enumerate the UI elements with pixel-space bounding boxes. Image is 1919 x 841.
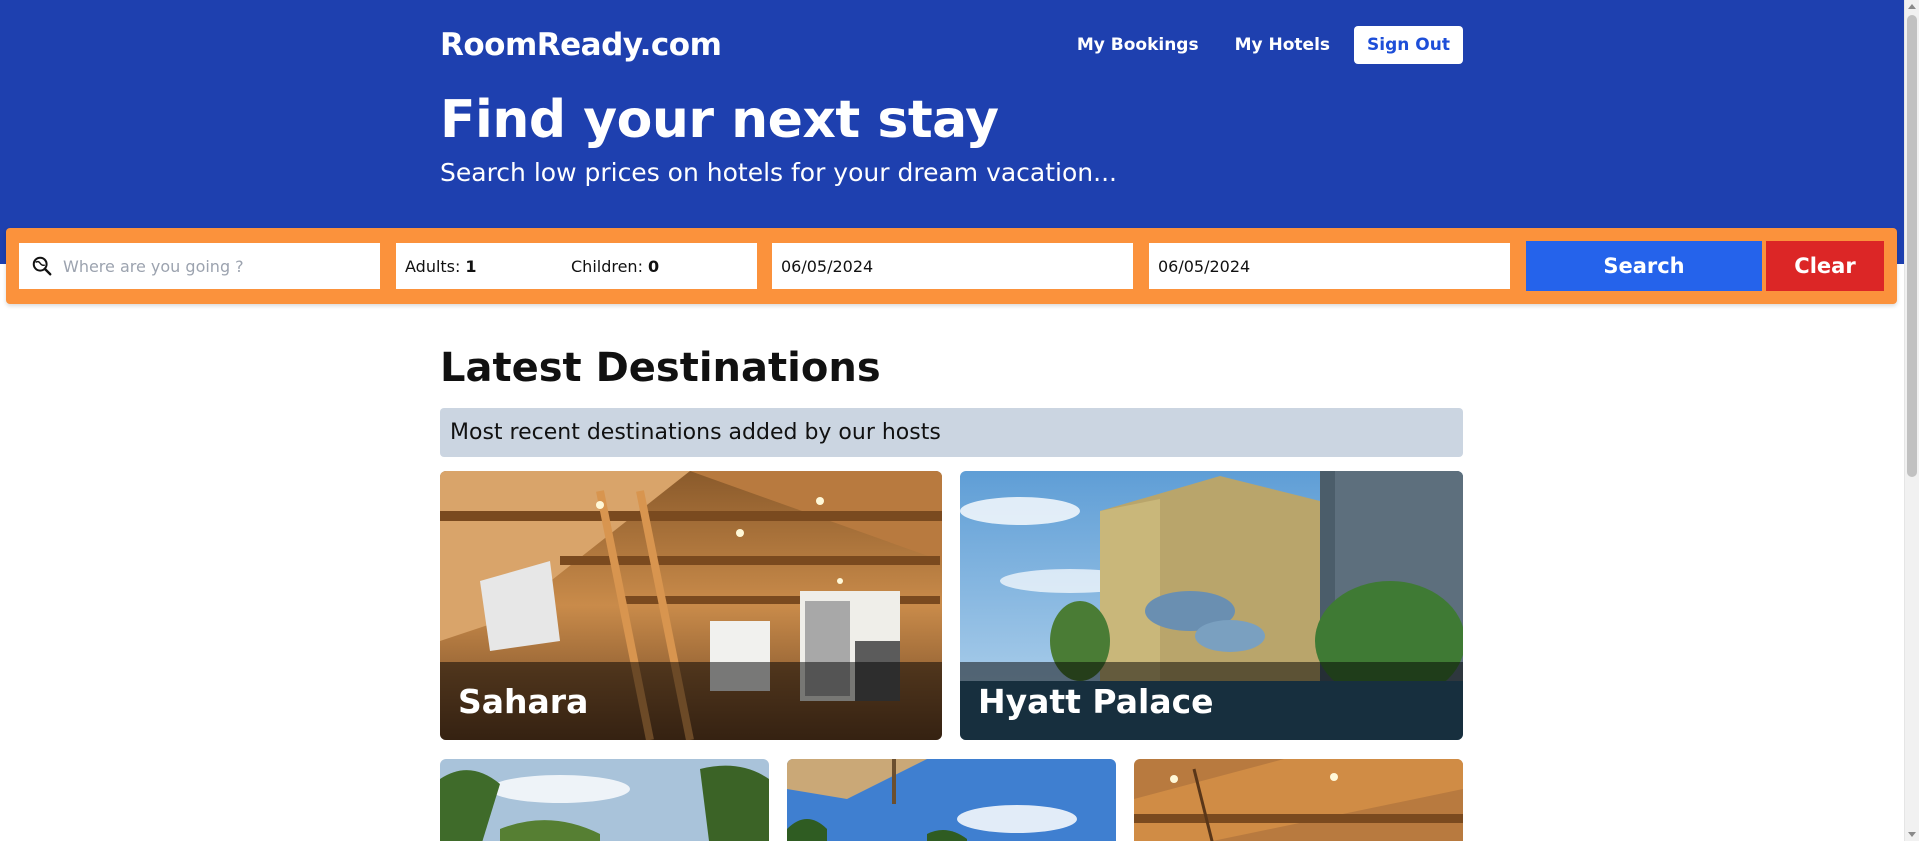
children-control[interactable]: Children: 0 <box>571 257 737 276</box>
destination-name: Hyatt Palace <box>960 662 1463 740</box>
search-button[interactable]: Search <box>1526 241 1762 291</box>
guests-field: Adults: 1 Children: 0 <box>396 243 757 289</box>
top-nav: RoomReady.com My Bookings My Hotels Sign… <box>440 24 1463 66</box>
check-out-date-field[interactable]: 06/05/2024 <box>1149 243 1510 289</box>
palm-trees-photo <box>440 759 769 841</box>
scroll-thumb[interactable] <box>1907 15 1917 477</box>
destination-field[interactable] <box>19 243 380 289</box>
children-value[interactable]: 0 <box>648 257 659 276</box>
destination-card[interactable] <box>787 759 1116 841</box>
check-in-date-field[interactable]: 06/05/2024 <box>772 243 1133 289</box>
hero-title: Find your next stay <box>440 90 999 150</box>
hero-header: RoomReady.com My Bookings My Hotels Sign… <box>0 0 1919 264</box>
adults-value[interactable]: 1 <box>465 257 476 276</box>
page-scrollbar[interactable] <box>1904 0 1919 841</box>
sign-out-button[interactable]: Sign Out <box>1354 26 1463 64</box>
cabin-ceiling-photo <box>1134 759 1463 841</box>
adults-control[interactable]: Adults: 1 <box>405 257 571 276</box>
globe-search-icon <box>32 256 52 276</box>
my-bookings-link[interactable]: My Bookings <box>1059 35 1217 55</box>
page: RoomReady.com My Bookings My Hotels Sign… <box>0 0 1919 841</box>
latest-destinations-note: Most recent destinations added by our ho… <box>440 408 1463 457</box>
hero-subtitle: Search low prices on hotels for your dre… <box>440 158 1117 187</box>
nav-links: My Bookings My Hotels Sign Out <box>1059 26 1463 64</box>
destination-card-hyatt-palace[interactable]: Hyatt Palace <box>960 471 1463 740</box>
search-bar: Adults: 1 Children: 0 06/05/2024 06/05/2… <box>6 228 1897 304</box>
adults-label: Adults: <box>405 256 461 276</box>
destination-card-sahara[interactable]: Sahara <box>440 471 942 740</box>
destination-name: Sahara <box>440 662 942 740</box>
scroll-down-arrow-icon[interactable] <box>1908 832 1916 837</box>
my-hotels-link[interactable]: My Hotels <box>1217 35 1348 55</box>
destination-card[interactable] <box>1134 759 1463 841</box>
umbrella-sky-photo <box>787 759 1116 841</box>
latest-destinations-title: Latest Destinations <box>440 345 881 391</box>
children-label: Children: <box>571 256 643 276</box>
clear-button[interactable]: Clear <box>1766 241 1884 291</box>
scroll-up-arrow-icon[interactable] <box>1908 4 1916 9</box>
destination-input[interactable] <box>63 256 363 276</box>
site-logo[interactable]: RoomReady.com <box>440 27 722 63</box>
destination-card[interactable] <box>440 759 769 841</box>
